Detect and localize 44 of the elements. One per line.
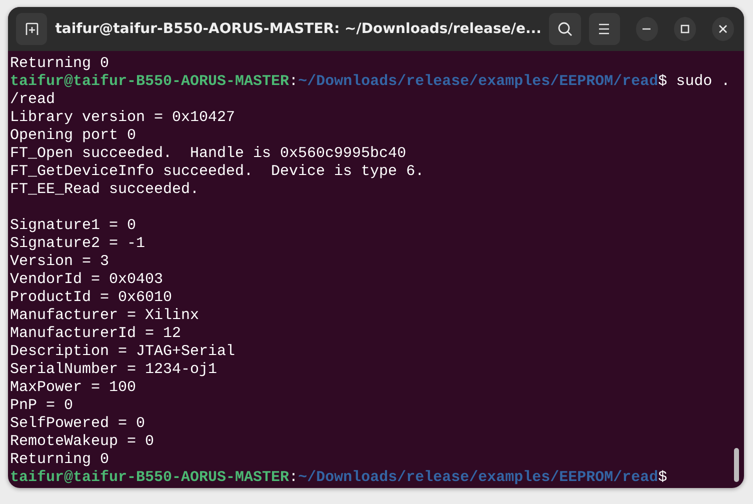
minimize-button[interactable] bbox=[636, 17, 658, 41]
output-line: Version = 3 bbox=[10, 253, 110, 270]
output-line: Library version = 0x10427 bbox=[10, 109, 236, 126]
menu-icon bbox=[597, 23, 612, 35]
output-line: SerialNumber = 1234-oj1 bbox=[10, 361, 218, 378]
prompt-user-host: taifur@taifur-B550-AORUS-MASTER bbox=[10, 469, 290, 486]
output-line: FT_EE_Read succeeded. bbox=[10, 181, 200, 198]
output-line: SelfPowered = 0 bbox=[10, 415, 146, 432]
output-line: Manufacturer = Xilinx bbox=[10, 307, 200, 324]
prompt-path: ~/Downloads/release/examples/EEPROM/read bbox=[298, 469, 658, 486]
prompt-symbol: $ bbox=[658, 469, 668, 486]
output-line: FT_GetDeviceInfo succeeded. Device is type 6. bbox=[10, 163, 424, 180]
close-icon bbox=[718, 24, 728, 34]
new-tab-icon bbox=[24, 21, 40, 37]
maximize-button[interactable] bbox=[674, 17, 696, 41]
output-line: VendorId = 0x0403 bbox=[10, 271, 164, 288]
output-line: Returning 0 bbox=[10, 55, 110, 72]
menu-button[interactable] bbox=[588, 13, 620, 45]
minimize-icon bbox=[642, 28, 652, 30]
maximize-icon bbox=[680, 24, 690, 34]
output-line: ProductId = 0x6010 bbox=[10, 289, 172, 306]
prompt-separator: : bbox=[289, 73, 298, 90]
output-line: FT_Open succeeded. Handle is 0x560c9995bc40 bbox=[10, 145, 406, 162]
output-line: Returning 0 bbox=[10, 451, 110, 468]
prompt-user-host: taifur@taifur-B550-AORUS-MASTER bbox=[10, 73, 290, 90]
output-line: PnP = 0 bbox=[10, 397, 74, 414]
output-line: Opening port 0 bbox=[10, 127, 136, 144]
prompt-path: ~/Downloads/release/examples/EEPROM/read bbox=[298, 73, 658, 90]
command-text: sudo . bbox=[675, 73, 730, 90]
prompt-symbol: $ bbox=[658, 73, 668, 90]
prompt-separator: : bbox=[289, 469, 298, 486]
new-tab-button[interactable] bbox=[16, 13, 48, 45]
output-line: /read bbox=[10, 91, 56, 108]
output-line: Signature2 = -1 bbox=[10, 235, 146, 252]
close-button[interactable] bbox=[712, 17, 734, 41]
output-line: Description = JTAG+Serial bbox=[10, 343, 236, 360]
output-line: Signature1 = 0 bbox=[10, 217, 136, 234]
window-title: taifur@taifur-B550-AORUS-MASTER: ~/Downloads/release/e... bbox=[55, 21, 542, 37]
output-line: MaxPower = 100 bbox=[10, 379, 136, 396]
output-line: RemoteWakeup = 0 bbox=[10, 433, 154, 450]
output-line: ManufacturerId = 12 bbox=[10, 325, 182, 342]
scrollbar-thumb[interactable] bbox=[734, 448, 739, 482]
search-button[interactable] bbox=[549, 13, 581, 45]
search-icon bbox=[557, 21, 574, 37]
